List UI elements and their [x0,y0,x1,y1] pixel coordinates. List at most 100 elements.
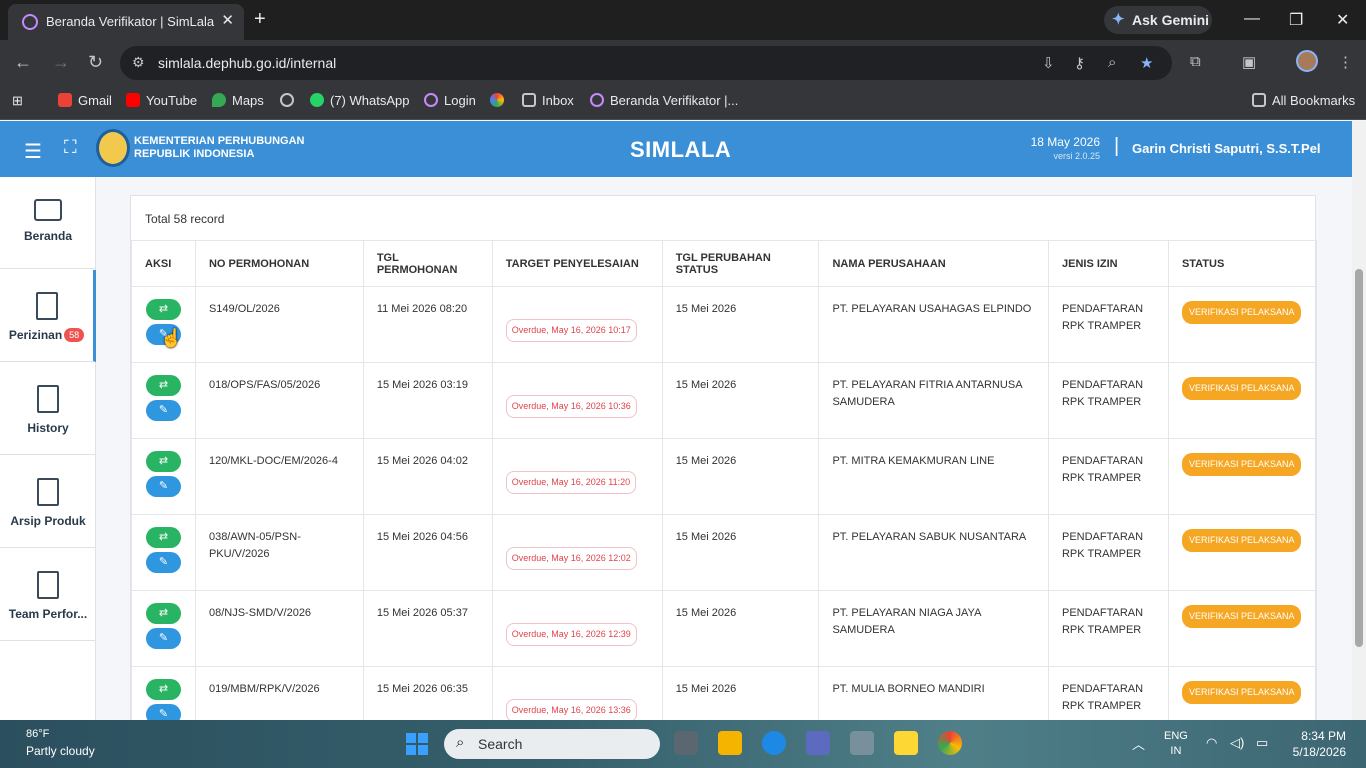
edge-icon[interactable] [762,731,786,755]
minimize-icon[interactable]: — [1244,10,1260,28]
app-header: ☰ ⛶ KEMENTERIAN PERHUBUNGAN REPUBLIK IND… [0,121,1352,177]
language-indicator[interactable]: ENG IN [1164,729,1188,759]
bookmark-beranda[interactable]: Beranda Verifikator |... [590,93,738,108]
camera-icon[interactable] [850,731,874,755]
install-app-icon[interactable]: ⇩ [1042,54,1055,72]
wifi-icon[interactable]: ◠ [1206,735,1217,751]
password-key-icon[interactable]: ⚷ [1074,54,1085,72]
browser-tab[interactable]: Beranda Verifikator | SimLala ✕ [8,4,244,40]
zoom-icon[interactable]: ⌕ [1108,54,1116,71]
edit-button[interactable]: ✎ [146,476,181,497]
bookmark-star-icon[interactable]: ★ [1140,54,1153,72]
permohonan-card: Total 58 record AKSI NO PERMOHONAN TGL P… [130,195,1318,720]
bookmark-whatsapp[interactable]: (7) WhatsApp [310,93,409,108]
search-label: Search [478,736,523,752]
aksi-cell: ⇄ ✎ [131,362,196,439]
transfer-button[interactable]: ⇄ [146,527,181,548]
page-scrollbar[interactable] [1352,121,1366,720]
task-view-icon[interactable] [674,731,698,755]
menu-dots-icon[interactable]: ⋮ [1338,53,1353,71]
sidebar-item-label: Beranda [23,229,73,243]
transfer-button[interactable]: ⇄ [146,679,181,700]
edit-button[interactable]: ✎ [146,552,181,573]
hamburger-menu-icon[interactable]: ☰ [24,139,42,164]
ask-gemini-button[interactable]: ✦ Ask Gemini [1104,6,1212,34]
column-header[interactable]: TGL PERUBAHAN STATUS [661,240,820,287]
ask-gemini-label: Ask Gemini [1132,12,1210,28]
sidebar-item-arsip-produk[interactable]: Arsip Produk [0,456,96,548]
scrollbar-thumb[interactable] [1355,269,1363,647]
tab-search-icon[interactable]: ▣ [1242,53,1256,71]
url-text[interactable]: simlala.dephub.go.id/internal [158,55,336,71]
address-bar[interactable]: ⚙ simlala.dephub.go.id/internal ⇩ ⚷ ⌕ ★ [120,46,1172,80]
column-header[interactable]: NO PERMOHONAN [194,240,364,287]
fullscreen-icon[interactable]: ⛶ [64,137,77,158]
column-header[interactable]: TGL PERMOHONAN [362,240,493,287]
copilot-icon[interactable] [806,731,830,755]
transfer-button[interactable]: ⇄ [146,451,181,472]
sidebar-item-history[interactable]: History [0,363,96,455]
windows-start-icon[interactable] [406,733,428,755]
language-code: ENG [1164,730,1188,742]
site-info-icon[interactable]: ⚙ [132,54,145,71]
bookmark-gmail[interactable]: Gmail [58,93,112,108]
reload-icon[interactable]: ↻ [88,52,103,73]
chrome-icon[interactable] [938,731,962,755]
header-date: 18 May 2026 [1030,135,1100,149]
column-header[interactable]: TARGET PENYELESAIAN [491,240,663,287]
taskbar-search[interactable]: ⌕ Search [444,729,660,759]
transfer-button[interactable]: ⇄ [146,299,181,320]
apps-grid-icon[interactable]: ⊞ [12,93,23,109]
document-icon [37,478,59,506]
transfer-button[interactable]: ⇄ [146,603,181,624]
forward-icon[interactable]: → [52,52,70,73]
bookmark-maps[interactable]: Maps [212,93,264,108]
file-explorer-icon[interactable] [718,731,742,755]
edit-button[interactable]: ✎ [146,704,181,720]
weather-temperature[interactable]: 86°F [26,728,49,740]
weather-description[interactable]: Partly cloudy [26,744,95,758]
table-row: ⇄ ✎ 019/MBM/RPK/V/2026 15 Mei 2026 06:35 … [131,666,1318,720]
nama-perusahaan: PT. PELAYARAN FITRIA ANTARNUSA SAMUDERA [818,362,1049,439]
aksi-cell: ⇄ ✎ [131,666,196,720]
monitor-icon [34,199,62,221]
sticky-notes-icon[interactable] [894,731,918,755]
profile-avatar[interactable] [1296,50,1318,72]
sidebar-item-perizinan[interactable]: Perizinan 58 [0,270,96,362]
jenis-izin: PENDAFTARAN RPK TRAMPER [1047,438,1169,515]
gemini-icon: ✦ [1112,11,1125,28]
sidebar-item-label: Perizinan [8,328,63,342]
transfer-button[interactable]: ⇄ [146,375,181,396]
all-bookmarks[interactable]: All Bookmarks [1252,93,1355,108]
back-icon[interactable]: ← [14,52,32,73]
battery-icon[interactable]: ▭ [1256,735,1268,751]
sidebar-item-beranda[interactable]: Beranda [0,177,96,269]
column-header[interactable]: JENIS IZIN [1047,240,1169,287]
bookmark-inbox[interactable]: Inbox [522,93,574,108]
extensions-icon[interactable]: ⧉ [1190,53,1201,70]
column-header[interactable]: NAMA PERUSAHAAN [818,240,1049,287]
edit-button[interactable]: ✎ [146,628,181,649]
column-header[interactable]: STATUS [1167,240,1318,287]
jenis-izin: PENDAFTARAN RPK TRAMPER [1047,590,1169,667]
volume-icon[interactable]: ◁) [1230,735,1244,751]
main-content: Total 58 record AKSI NO PERMOHONAN TGL P… [96,177,1352,720]
target-cell: Overdue, May 16, 2026 10:36 [491,362,663,439]
clock-time: 8:34 PM [1301,729,1346,743]
status-cell: VERIFIKASI PELAKSANA [1167,286,1318,363]
bookmark-youtube[interactable]: YouTube [126,93,197,108]
clock-date: 5/18/2026 [1292,745,1346,759]
status-cell: VERIFIKASI PELAKSANA [1167,514,1318,591]
show-hidden-icons-icon[interactable]: ︿ [1132,734,1145,753]
sidebar-item-team-performance[interactable]: Team Perfor... [0,549,96,641]
new-tab-button[interactable]: + [254,8,266,31]
user-name[interactable]: Garin Christi Saputri, S.S.T.Pel [1132,141,1321,156]
bookmark-login[interactable]: Login [424,93,476,108]
bookmark-globe[interactable] [280,93,300,108]
system-clock[interactable]: 8:34 PM 5/18/2026 [1290,728,1346,760]
close-window-icon[interactable]: ✕ [1336,10,1349,30]
edit-button[interactable]: ✎ [146,400,181,421]
bookmark-photos[interactable] [490,93,510,108]
close-tab-icon[interactable]: ✕ [221,11,234,29]
restore-icon[interactable]: ❐ [1289,10,1303,30]
